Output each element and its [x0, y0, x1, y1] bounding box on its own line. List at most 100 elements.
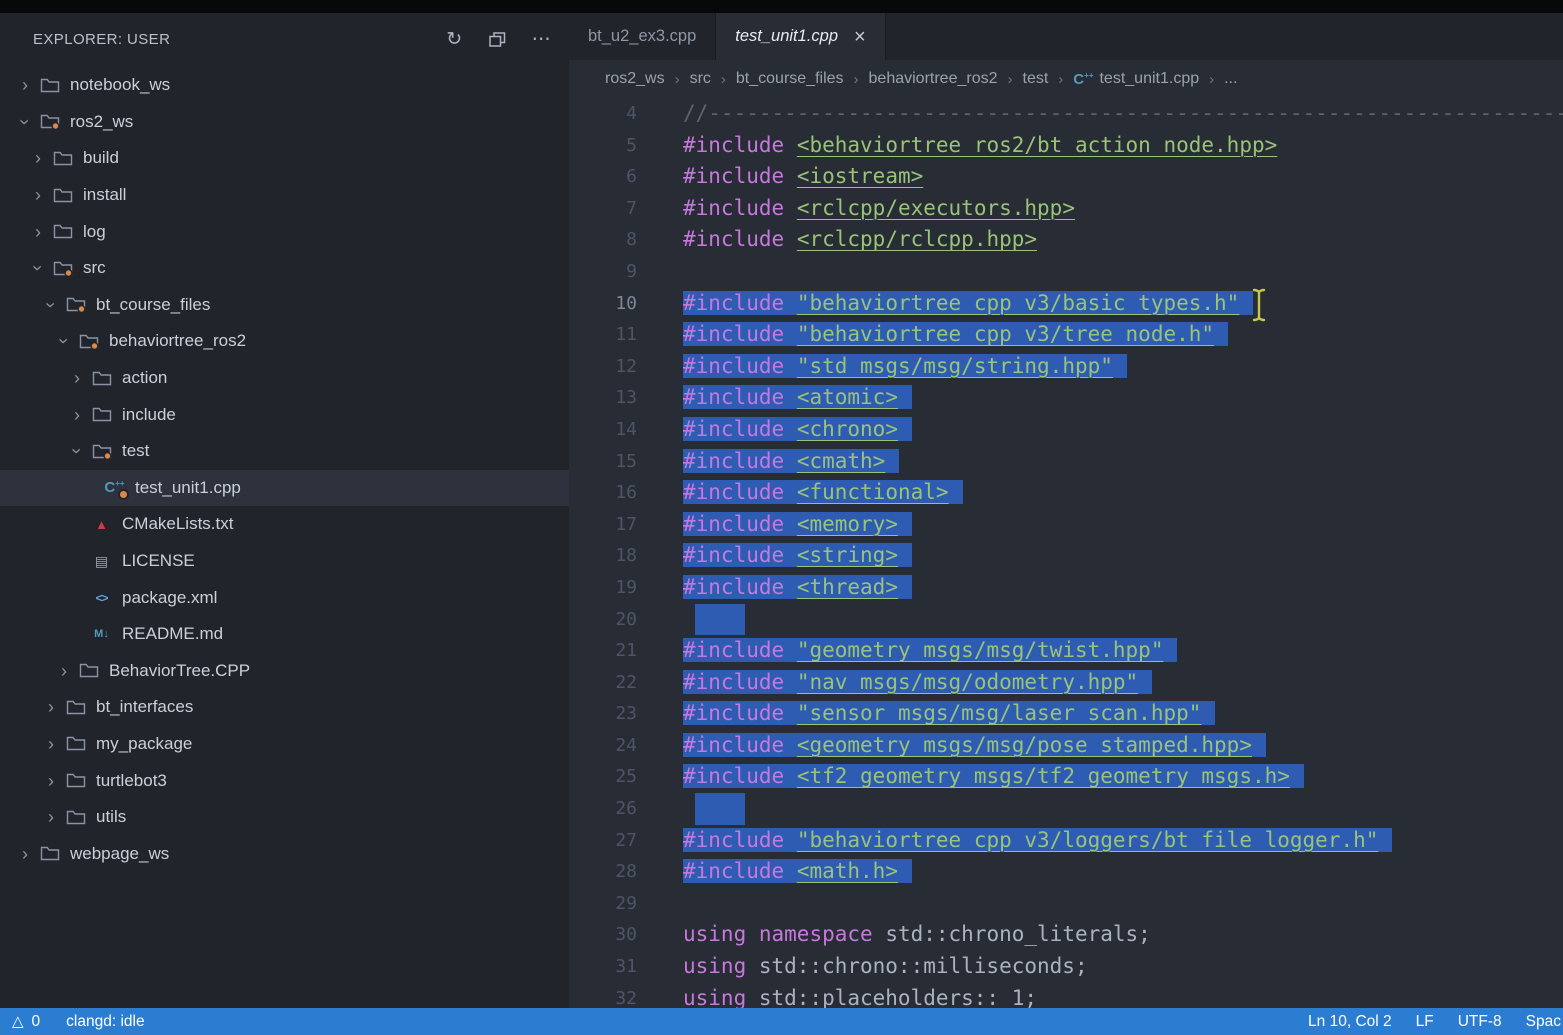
- code-line-21[interactable]: 21#include "geometry_msgs/msg/twist.hpp": [569, 635, 1563, 667]
- chevron-down-icon[interactable]: ›: [55, 330, 73, 352]
- code-line-32[interactable]: 32using std::placeholders::_1;: [569, 983, 1563, 1008]
- encoding-indicator[interactable]: UTF-8: [1458, 1013, 1502, 1031]
- chevron-right-icon[interactable]: ›: [53, 662, 75, 680]
- problems-indicator[interactable]: △ 0: [12, 1013, 40, 1031]
- selection-highlight: [695, 604, 745, 636]
- code-line-20[interactable]: 20: [569, 604, 1563, 636]
- close-icon[interactable]: ×: [854, 27, 866, 47]
- chevron-down-icon[interactable]: ›: [16, 111, 34, 133]
- tree-item-test[interactable]: › test: [0, 433, 569, 470]
- code-line-26[interactable]: 26: [569, 793, 1563, 825]
- collapse-folders-icon[interactable]: [489, 32, 506, 47]
- tree-item-readme-md[interactable]: ›M↓README.md: [0, 616, 569, 653]
- chevron-right-icon[interactable]: ›: [27, 186, 49, 204]
- tree-item-test-unit1-cpp[interactable]: ›Ctest_unit1.cpp: [0, 470, 569, 507]
- cursor-position[interactable]: Ln 10, Col 2: [1308, 1013, 1392, 1031]
- tree-item-include[interactable]: › include: [0, 396, 569, 433]
- selection-highlight: #include <thread>: [683, 575, 912, 599]
- chevron-right-icon[interactable]: ›: [27, 223, 49, 241]
- tree-item-label: action: [122, 368, 167, 388]
- chevron-right-icon[interactable]: ›: [66, 369, 88, 387]
- code-line-27[interactable]: 27#include "behaviortree_cpp_v3/loggers/…: [569, 825, 1563, 857]
- tree-item-notebook-ws[interactable]: › notebook_ws: [0, 67, 569, 104]
- code-line-18[interactable]: 18#include <string>: [569, 540, 1563, 572]
- code-line-13[interactable]: 13#include <atomic>: [569, 382, 1563, 414]
- code-line-15[interactable]: 15#include <cmath>: [569, 446, 1563, 478]
- breadcrumb: ros2_ws›src›bt_course_files›behaviortree…: [569, 60, 1563, 98]
- code-line-9[interactable]: 9: [569, 256, 1563, 288]
- tree-item-bt-interfaces[interactable]: › bt_interfaces: [0, 689, 569, 726]
- language-server-status[interactable]: clangd: idle: [66, 1013, 144, 1031]
- tree-item-bt-course-files[interactable]: › bt_course_files: [0, 287, 569, 324]
- code-line-16[interactable]: 16#include <functional>: [569, 477, 1563, 509]
- code-line-29[interactable]: 29: [569, 888, 1563, 920]
- code-line-12[interactable]: 12#include "std_msgs/msg/string.hpp": [569, 351, 1563, 383]
- chevron-right-icon[interactable]: ›: [27, 149, 49, 167]
- line-number: 6: [569, 161, 683, 193]
- breadcrumb-item--[interactable]: ...: [1224, 70, 1237, 88]
- line-number: 10: [569, 288, 683, 320]
- code-line-31[interactable]: 31using std::chrono::milliseconds;: [569, 951, 1563, 983]
- code-line-22[interactable]: 22#include "nav_msgs/msg/odometry.hpp": [569, 667, 1563, 699]
- tree-item-behaviortree-cpp[interactable]: › BehaviorTree.CPP: [0, 653, 569, 690]
- tab-test-unit1-cpp[interactable]: test_unit1.cpp×: [716, 13, 885, 60]
- tree-item-package-xml[interactable]: ›<>package.xml: [0, 579, 569, 616]
- tree-item-install[interactable]: › install: [0, 177, 569, 214]
- breadcrumb-item-bt-course-files[interactable]: bt_course_files: [736, 70, 844, 88]
- eol-indicator[interactable]: LF: [1416, 1013, 1434, 1031]
- tree-item-my-package[interactable]: › my_package: [0, 726, 569, 763]
- chevron-right-icon[interactable]: ›: [14, 845, 36, 863]
- tree-item-cmakelists-txt[interactable]: ›▲CMakeLists.txt: [0, 506, 569, 543]
- tree-item-ros2-ws[interactable]: › ros2_ws: [0, 104, 569, 141]
- breadcrumb-item-src[interactable]: src: [690, 70, 711, 88]
- breadcrumb-item-ros2-ws[interactable]: ros2_ws: [605, 70, 665, 88]
- chevron-right-icon[interactable]: ›: [40, 698, 62, 716]
- more-actions-icon[interactable]: ⋯: [532, 30, 551, 49]
- tree-item-utils[interactable]: › utils: [0, 799, 569, 836]
- tab-bt-u2-ex3-cpp[interactable]: bt_u2_ex3.cpp: [569, 13, 716, 60]
- selection-highlight: #include "behaviortree_cpp_v3/basic_type…: [683, 291, 1253, 315]
- code-line-7[interactable]: 7#include <rclcpp/executors.hpp>: [569, 193, 1563, 225]
- chevron-right-icon[interactable]: ›: [40, 808, 62, 826]
- code-line-text: [683, 793, 1563, 825]
- code-line-17[interactable]: 17#include <memory>: [569, 509, 1563, 541]
- tree-item-build[interactable]: › build: [0, 140, 569, 177]
- code-line-11[interactable]: 11#include "behaviortree_cpp_v3/tree_nod…: [569, 319, 1563, 351]
- tree-item-src[interactable]: › src: [0, 250, 569, 287]
- selection-highlight: #include <functional>: [683, 480, 963, 504]
- line-number: 23: [569, 698, 683, 730]
- tree-item-webpage-ws[interactable]: › webpage_ws: [0, 835, 569, 872]
- code-line-19[interactable]: 19#include <thread>: [569, 572, 1563, 604]
- code-editor[interactable]: 4//-------------------------------------…: [569, 98, 1563, 1008]
- breadcrumb-item-behaviortree-ros2[interactable]: behaviortree_ros2: [869, 70, 998, 88]
- code-line-23[interactable]: 23#include "sensor_msgs/msg/laser_scan.h…: [569, 698, 1563, 730]
- chevron-down-icon[interactable]: ›: [68, 440, 86, 462]
- chevron-right-icon[interactable]: ›: [14, 76, 36, 94]
- tree-item-behaviortree-ros2[interactable]: › behaviortree_ros2: [0, 323, 569, 360]
- breadcrumb-item-test-unit1-cpp[interactable]: Ctest_unit1.cpp: [1073, 70, 1199, 88]
- code-line-4[interactable]: 4//-------------------------------------…: [569, 98, 1563, 130]
- code-line-5[interactable]: 5#include <behaviortree_ros2/bt_action_n…: [569, 130, 1563, 162]
- tree-item-label: test_unit1.cpp: [135, 478, 241, 498]
- indentation-indicator[interactable]: Spac: [1526, 1013, 1561, 1031]
- chevron-down-icon[interactable]: ›: [29, 257, 47, 279]
- code-line-8[interactable]: 8#include <rclcpp/rclcpp.hpp>: [569, 224, 1563, 256]
- code-line-24[interactable]: 24#include <geometry_msgs/msg/pose_stamp…: [569, 730, 1563, 762]
- breadcrumb-item-test[interactable]: test: [1023, 70, 1049, 88]
- tree-item-turtlebot3[interactable]: › turtlebot3: [0, 762, 569, 799]
- tree-item-license[interactable]: ›▤LICENSE: [0, 543, 569, 580]
- code-line-25[interactable]: 25#include <tf2_geometry_msgs/tf2_geomet…: [569, 761, 1563, 793]
- chevron-right-icon[interactable]: ›: [40, 772, 62, 790]
- code-line-10[interactable]: 10#include "behaviortree_cpp_v3/basic_ty…: [569, 288, 1563, 320]
- code-line-30[interactable]: 30using namespace std::chrono_literals;: [569, 919, 1563, 951]
- code-line-14[interactable]: 14#include <chrono>: [569, 414, 1563, 446]
- tree-item-log[interactable]: › log: [0, 213, 569, 250]
- code-line-6[interactable]: 6#include <iostream>: [569, 161, 1563, 193]
- tree-item-action[interactable]: › action: [0, 360, 569, 397]
- chevron-right-icon[interactable]: ›: [66, 406, 88, 424]
- chevron-down-icon[interactable]: ›: [42, 294, 60, 316]
- code-line-28[interactable]: 28#include <math.h>: [569, 856, 1563, 888]
- chevron-right-icon[interactable]: ›: [40, 735, 62, 753]
- line-number: 14: [569, 414, 683, 446]
- refresh-explorer-icon[interactable]: ↻: [446, 30, 462, 49]
